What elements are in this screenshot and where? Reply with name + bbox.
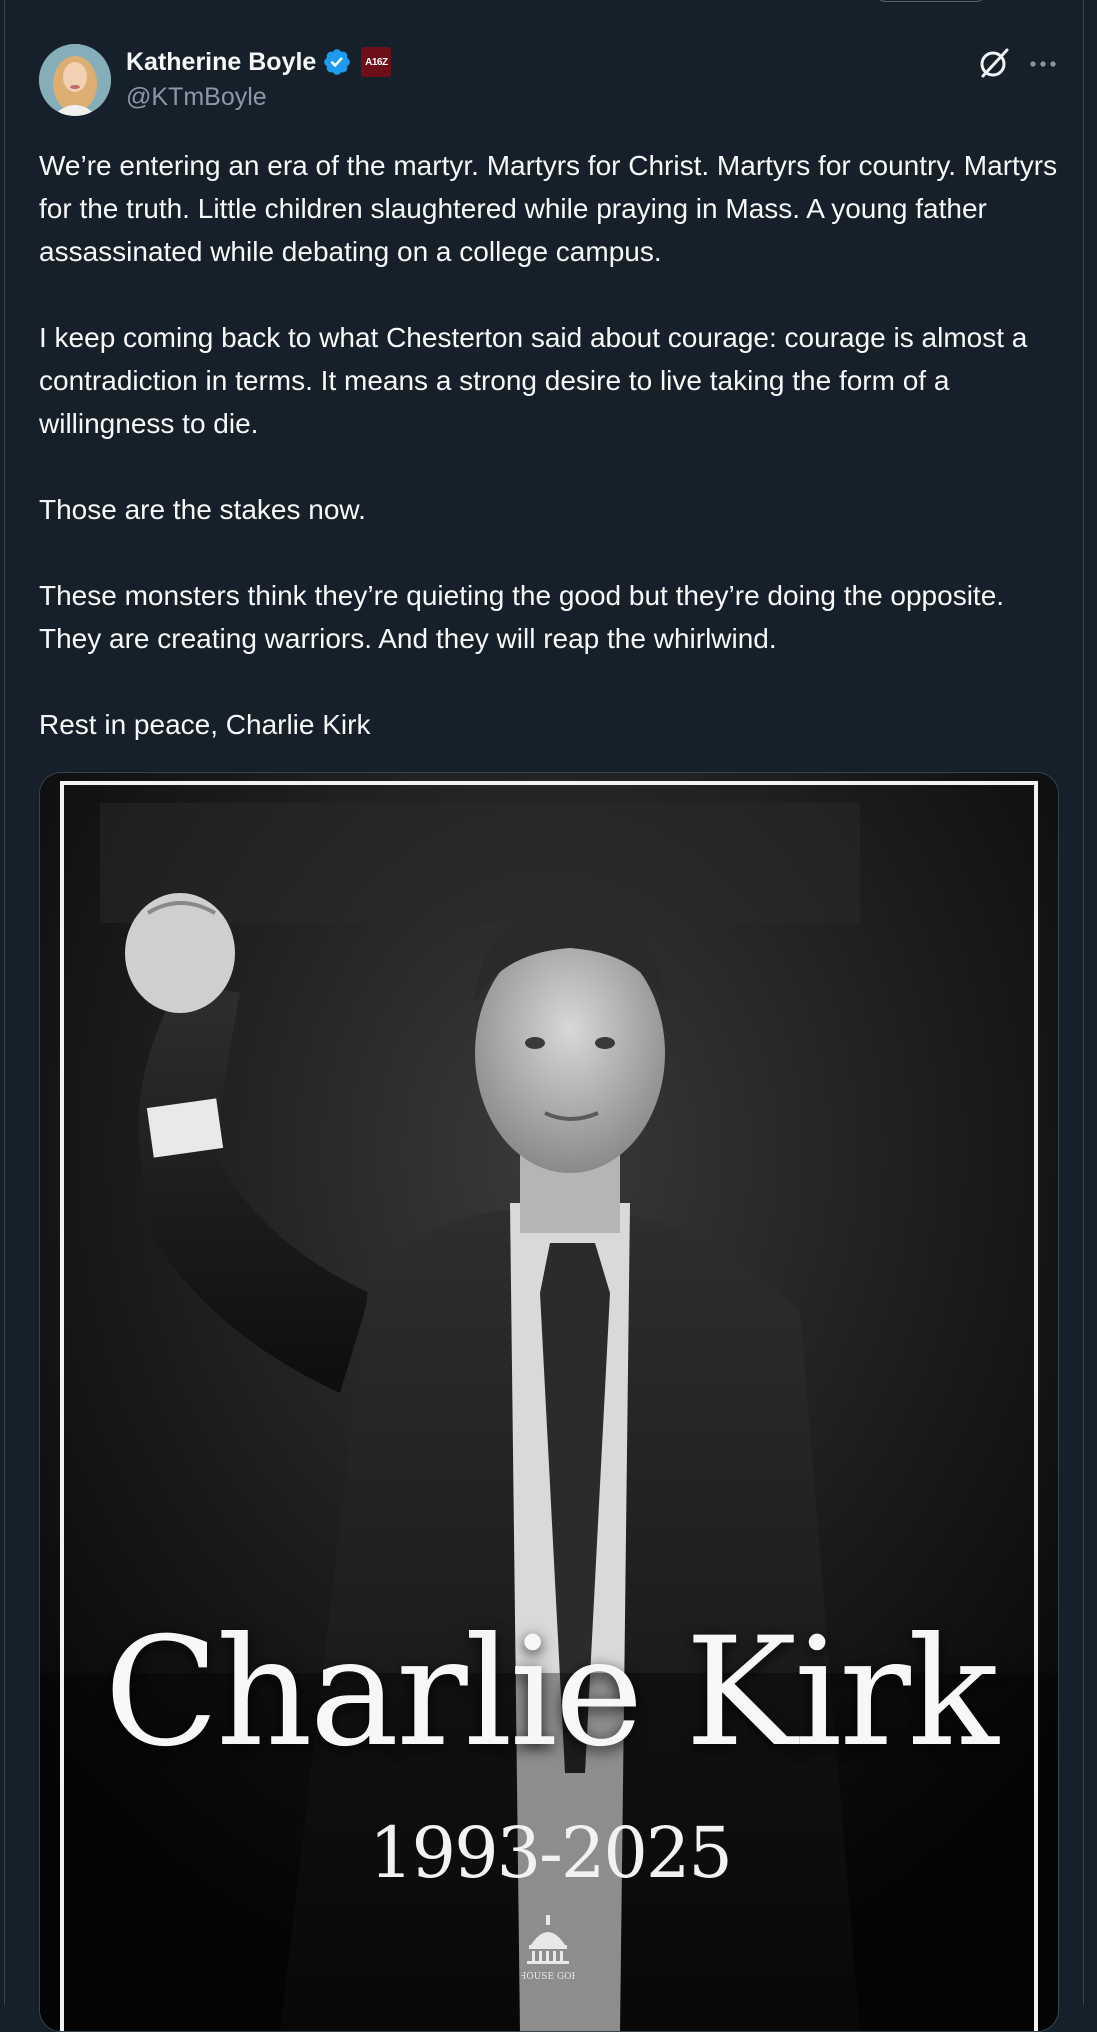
memorial-name-text: Charlie Kirk [104,1606,999,1780]
avatar[interactable] [39,44,111,116]
logo-text: HOUSE GOP [521,1972,575,1982]
grok-icon[interactable] [975,44,1013,82]
tweet-media-image[interactable]: Charlie Kirk 1993-2025 HOUSE GOP [39,772,1059,2032]
house-gop-capitol-logo: HOUSE GOP [521,1915,575,1982]
tweet-text: We’re entering an era of the martyr. Mar… [39,144,1069,789]
tweet-paragraph: Rest in peace, Charlie Kirk [39,709,371,740]
avatar-image [39,44,111,116]
memorial-years-text: 1993-2025 [369,1812,733,1894]
more-dots-icon [1030,61,1056,67]
author-name-row[interactable]: Katherine Boyle A16Z [126,46,392,78]
tweet-paragraph: Those are the stakes now. [39,494,366,525]
author-display-name[interactable]: Katherine Boyle [126,47,316,77]
tweet-paragraph: I keep coming back to what Chesterton sa… [39,322,1028,439]
verified-badge-icon[interactable] [322,47,352,77]
affiliation-badge-text: A16Z [365,56,388,68]
more-options-icon[interactable] [1027,48,1059,80]
author-handle[interactable]: @KTmBoyle [126,82,267,112]
top-pill-button[interactable] [875,0,987,2]
tweet-paragraph: These monsters think they’re quieting th… [39,580,1005,654]
tweet-paragraph: We’re entering an era of the martyr. Mar… [39,150,1058,267]
timeline-column: Katherine Boyle A16Z @KTmBoyle We’re ent… [4,0,1084,2032]
affiliation-badge[interactable]: A16Z [361,47,392,77]
